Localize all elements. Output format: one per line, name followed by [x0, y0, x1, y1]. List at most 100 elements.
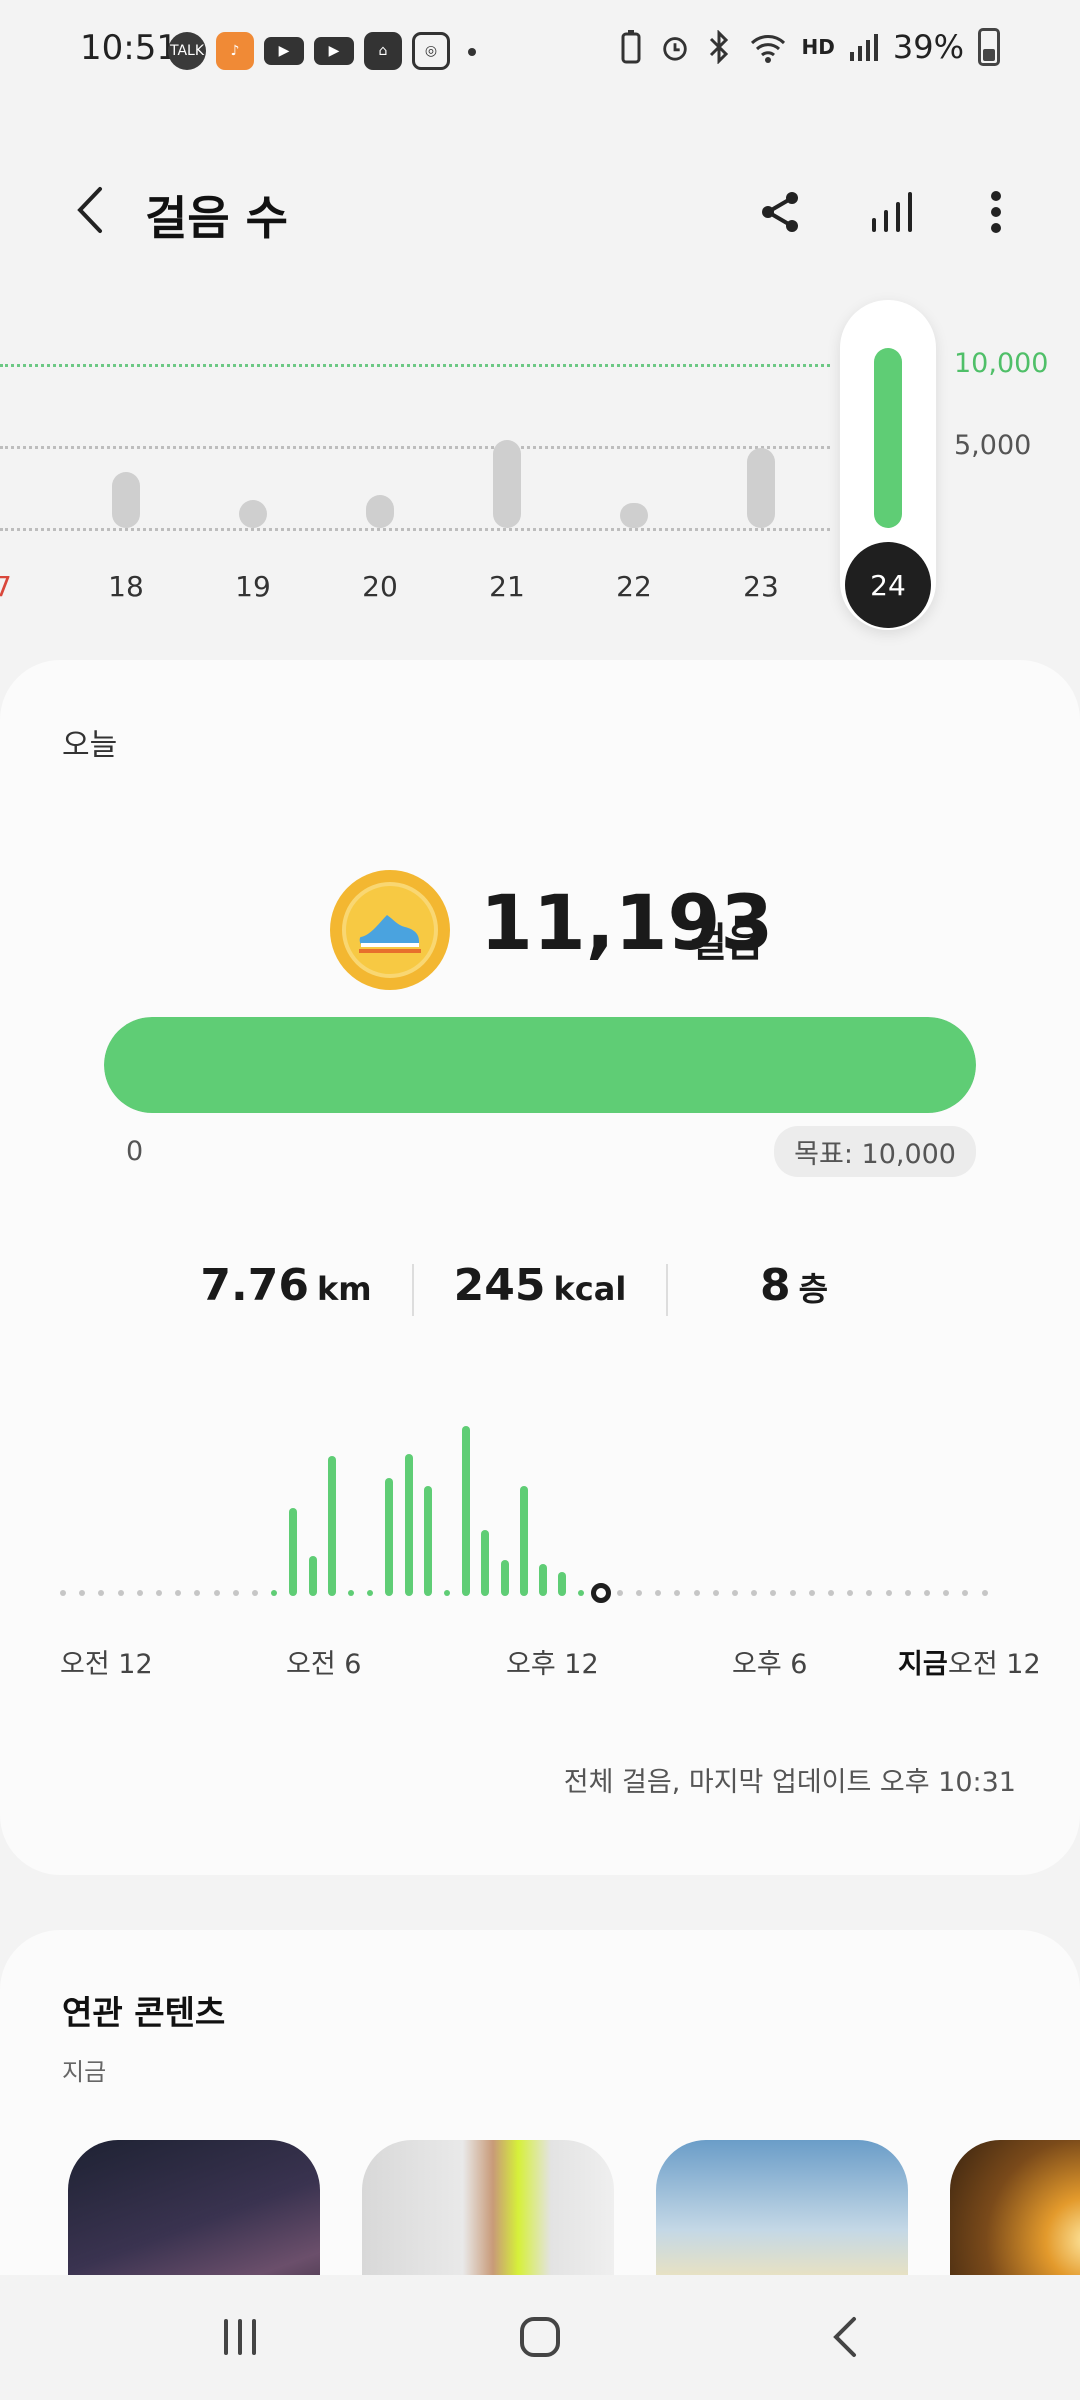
- hourly-dot: [117, 1590, 124, 1596]
- hourly-steps-chart[interactable]: 오전 12 오전 6 오후 12 오후 6 지금 오전 12: [60, 1426, 1041, 1680]
- related-subtitle: 지금: [62, 2058, 107, 2086]
- share-icon: [762, 192, 798, 232]
- hourly-dot: [444, 1590, 450, 1596]
- hourly-dot: [367, 1590, 374, 1596]
- bar-chart-icon: [872, 192, 912, 232]
- battery-saver-icon: [616, 29, 646, 65]
- distance-value: 7.76: [200, 1260, 309, 1311]
- selected-day-column[interactable]: 24: [840, 300, 936, 630]
- hourly-dot: [60, 1590, 66, 1596]
- now-text: 지금: [898, 1649, 948, 1680]
- signal-icon: [849, 29, 879, 65]
- hourly-dot: [943, 1590, 950, 1596]
- hourly-dot: [136, 1590, 143, 1596]
- hourly-dot: [924, 1590, 930, 1596]
- home-button[interactable]: [500, 2305, 580, 2369]
- mid-axis-label: 5,000: [954, 430, 1032, 461]
- goal-gridline: [0, 364, 830, 367]
- hourly-dot: [98, 1590, 105, 1596]
- goal-badge[interactable]: 목표: 10,000: [774, 1126, 976, 1177]
- hourly-dot: [981, 1590, 988, 1596]
- hourly-bar: [519, 1486, 528, 1596]
- time-label: 오후 12: [506, 1649, 599, 1680]
- hourly-bar: [539, 1564, 547, 1596]
- calories-value: 245: [453, 1260, 546, 1311]
- hourly-dot: [348, 1590, 354, 1596]
- hourly-dot: [156, 1590, 162, 1596]
- nav-back-button[interactable]: [805, 2305, 885, 2369]
- time-label: 오전 12: [948, 1649, 1041, 1680]
- more-options-button[interactable]: [964, 180, 1028, 244]
- hourly-dot: [655, 1590, 662, 1596]
- more-notifications-icon: [468, 48, 476, 56]
- kakaotalk-icon: TALK: [168, 32, 206, 70]
- hourly-bar: [558, 1572, 567, 1596]
- smart-home-icon: ⌂: [364, 32, 402, 70]
- selected-day-bar: [874, 348, 902, 528]
- day-bar[interactable]: [493, 440, 521, 528]
- share-button[interactable]: [748, 180, 812, 244]
- hourly-bar: [404, 1454, 413, 1596]
- day-label[interactable]: 19: [223, 570, 283, 603]
- youtube-icon: ▶: [314, 37, 354, 65]
- content-thumbnail-night-sky[interactable]: [68, 2140, 320, 2290]
- base-gridline: [0, 528, 830, 531]
- weekly-steps-chart: 17 18 19 20 21 22 23 24 10,000 5,000: [0, 300, 1080, 640]
- time-label: 오전 12: [60, 1649, 153, 1680]
- day-bar[interactable]: [620, 503, 648, 528]
- hourly-dot: [578, 1590, 585, 1596]
- hourly-dot: [616, 1590, 623, 1596]
- app-header: 걸음 수: [0, 160, 1080, 260]
- status-right: HD 39%: [616, 28, 1000, 66]
- hourly-dot: [904, 1590, 911, 1596]
- hourly-dot: [751, 1590, 758, 1596]
- day-label[interactable]: 23: [731, 570, 791, 603]
- day-label[interactable]: 22: [604, 570, 664, 603]
- today-label: 오늘: [62, 728, 118, 763]
- hourly-dot: [885, 1590, 892, 1596]
- hourly-dot: [271, 1590, 278, 1596]
- activity-metrics: 7.76 km 245 kcal 8 층: [160, 1260, 920, 1320]
- day-label[interactable]: 20: [350, 570, 410, 603]
- music-app-icon: ♪: [216, 32, 254, 70]
- recents-button[interactable]: [200, 2305, 280, 2369]
- floors-value: 8: [759, 1260, 791, 1311]
- hourly-bar: [308, 1556, 317, 1596]
- mid-gridline: [0, 446, 830, 449]
- content-thumbnail-runner[interactable]: [656, 2140, 908, 2290]
- calories-unit: kcal: [553, 1270, 627, 1308]
- hourly-dot: [175, 1590, 182, 1596]
- content-thumbnail-workout[interactable]: [362, 2140, 614, 2290]
- related-title: 연관 콘텐츠: [62, 1993, 226, 2032]
- day-bar[interactable]: [366, 495, 394, 528]
- stats-button[interactable]: [860, 180, 924, 244]
- hourly-dot: [194, 1590, 201, 1596]
- hourly-bar: [500, 1560, 509, 1596]
- hourly-dot: [712, 1590, 719, 1596]
- hd-voice-icon: HD: [801, 35, 835, 59]
- day-label[interactable]: 21: [477, 570, 537, 603]
- hourly-dot: [674, 1590, 681, 1596]
- time-label: 오전 6: [286, 1649, 362, 1680]
- hourly-dot: [252, 1590, 258, 1596]
- day-label[interactable]: 17: [0, 570, 24, 603]
- instagram-icon: ◎: [412, 32, 450, 70]
- hourly-dot: [866, 1590, 873, 1596]
- bluetooth-icon: [704, 29, 734, 65]
- hourly-dot: [962, 1590, 969, 1596]
- home-icon: [520, 2317, 560, 2357]
- hourly-dot: [808, 1590, 815, 1596]
- hourly-dot: [770, 1590, 777, 1596]
- alarm-icon: [660, 29, 690, 65]
- day-bar[interactable]: [239, 500, 267, 528]
- steps-progress-fill: [104, 1017, 976, 1113]
- day-label[interactable]: 18: [96, 570, 156, 603]
- steps-unit: 걸음: [690, 920, 764, 966]
- content-thumbnail-sunset[interactable]: [950, 2140, 1080, 2290]
- notification-icons: TALK ♪ ▶ ▶ ⌂ ◎: [168, 32, 476, 70]
- distance-unit: km: [316, 1270, 372, 1308]
- day-bar[interactable]: [747, 448, 775, 528]
- back-button[interactable]: [60, 180, 120, 240]
- day-bar[interactable]: [112, 472, 140, 528]
- update-note: 전체 걸음, 마지막 업데이트 오후 10:31: [563, 1767, 1016, 1798]
